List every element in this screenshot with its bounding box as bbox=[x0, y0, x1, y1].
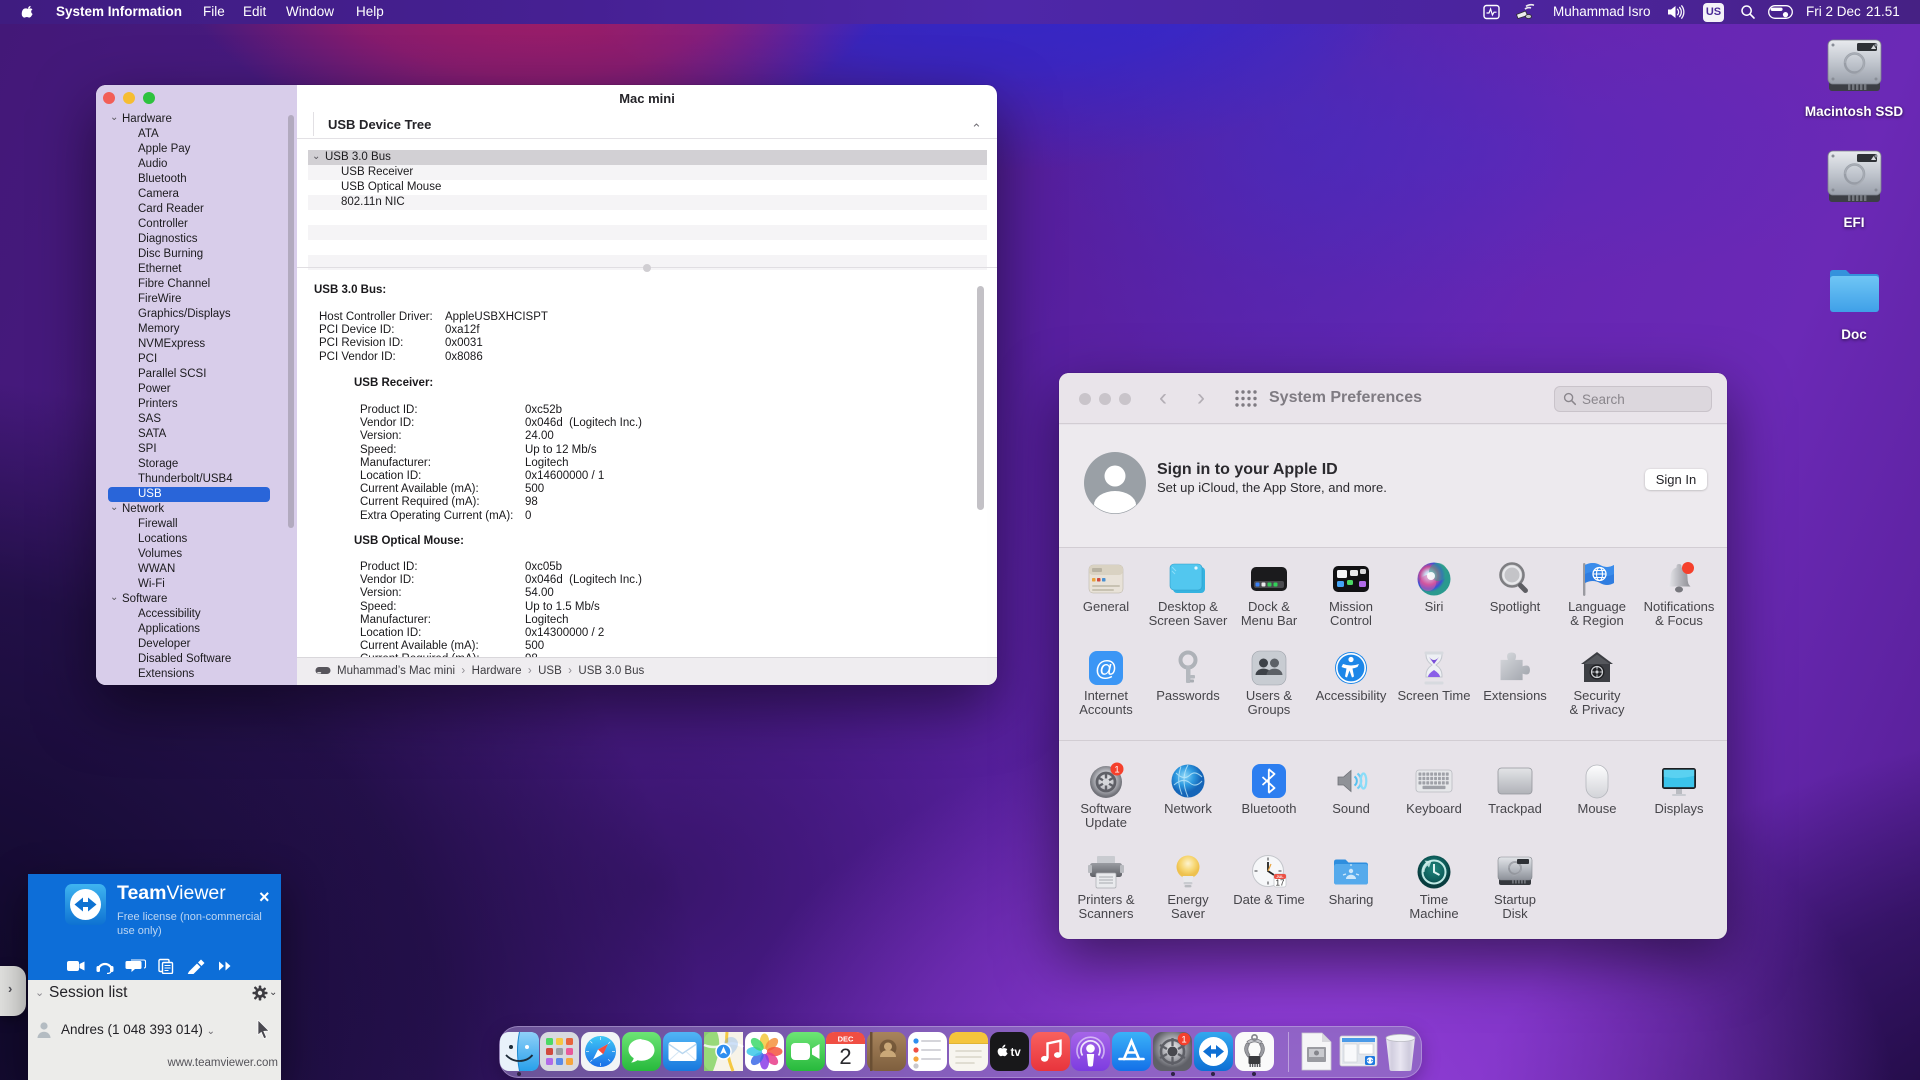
svg-text:1: 1 bbox=[1181, 1034, 1186, 1045]
svg-text:tv: tv bbox=[1010, 1047, 1021, 1059]
svg-text:DEC: DEC bbox=[838, 1035, 854, 1044]
svg-text:17: 17 bbox=[1276, 879, 1285, 888]
svg-text:@: @ bbox=[1095, 656, 1117, 681]
svg-text:2: 2 bbox=[840, 1044, 852, 1069]
svg-text:1: 1 bbox=[1114, 764, 1119, 775]
